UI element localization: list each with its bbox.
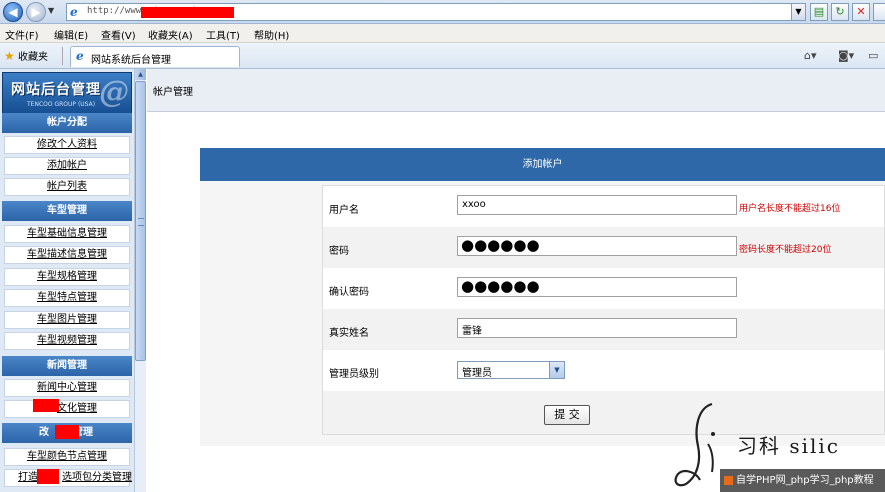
confirm-password-input[interactable]: ●●●●●● <box>457 277 737 297</box>
form-row-admin-level: 管理员级别 管理员 ▼ <box>323 350 884 391</box>
ie-page-icon: e <box>70 5 78 19</box>
redaction-block <box>33 399 59 412</box>
sidebar-item-account-list[interactable]: 帐户列表 <box>4 178 130 196</box>
scroll-thumb[interactable] <box>135 81 146 361</box>
form-row-spacer <box>323 391 884 434</box>
scroll-up-icon[interactable]: ▲ <box>135 69 146 80</box>
sidebar-scrollbar[interactable]: ▲ <box>134 69 146 492</box>
tab-title: 网站系统后台管理 <box>91 55 171 66</box>
stop-icon[interactable]: ✕ <box>852 3 870 21</box>
form-row-confirm-password: 确认密码 ●●●●●● <box>323 268 884 309</box>
redaction-block <box>37 469 59 484</box>
sidebar-item-model-desc[interactable]: 车型描述信息管理 <box>4 246 130 264</box>
forward-arrow-icon[interactable]: ▶ <box>26 2 46 22</box>
group-header-prefix: 改 <box>39 427 49 438</box>
watermark-logo-icon <box>724 476 733 485</box>
sidebar-item-add-account[interactable]: 添加帐户 <box>4 157 130 175</box>
breadcrumb-bar: 帐户管理 <box>147 69 885 112</box>
home-icon[interactable]: ⌂▾ <box>804 49 817 62</box>
print-icon[interactable]: ▭ <box>868 49 878 62</box>
form-row-password: 密码 ●●●●●● 密码长度不能超过20位 <box>323 227 884 268</box>
form-row-username: 用户名 xxoo 用户名长度不能超过16位 <box>323 186 884 227</box>
browser-tab[interactable]: e 网站系统后台管理 <box>70 46 240 67</box>
username-hint: 用户名长度不能超过16位 <box>739 204 841 214</box>
menu-tools[interactable]: 工具(T) <box>206 27 240 42</box>
feeds-icon[interactable]: ◙▾ <box>838 49 854 62</box>
sidebar-item-model-spec[interactable]: 车型规格管理 <box>4 268 130 286</box>
admin-level-value: 管理员 <box>462 368 492 379</box>
logo-at-icon: @ <box>99 75 129 110</box>
admin-level-label: 管理员级别 <box>329 369 379 380</box>
refresh-icon[interactable]: ↻ <box>831 3 849 21</box>
search-box-edge[interactable] <box>873 3 885 21</box>
menu-edit[interactable]: 编辑(E) <box>54 27 88 42</box>
logo-subtitle: TENCOO GROUP (USA) <box>27 101 96 108</box>
menu-favorites[interactable]: 收藏夹(A) <box>148 27 193 42</box>
password-label: 密码 <box>329 246 349 257</box>
username-label: 用户名 <box>329 205 359 216</box>
sidebar-item-suffix: 选项包分类管理 <box>62 472 132 483</box>
real-name-label: 真实姓名 <box>329 328 369 339</box>
watermark-text: 习科 silic <box>737 434 841 458</box>
group-header-models[interactable]: 车型管理 <box>2 201 132 221</box>
sidebar-item-color-nodes[interactable]: 车型颜色节点管理 <box>4 448 130 466</box>
password-input[interactable]: ●●●●●● <box>457 236 737 256</box>
password-hint: 密码长度不能超过20位 <box>739 245 832 255</box>
address-toolbar: ◀ ▶ ▼ e http://www. /manage/ ▼ ▤ ↻ ✕ <box>0 0 885 24</box>
confirm-password-label: 确认密码 <box>329 287 369 298</box>
ie-page-icon: e <box>76 49 84 63</box>
sidebar-item-culture[interactable]: 文化管理 <box>4 400 130 418</box>
username-input[interactable]: xxoo <box>457 195 737 215</box>
real-name-input[interactable]: 雷锋 <box>457 318 737 338</box>
sidebar-item-model-features[interactable]: 车型特点管理 <box>4 289 130 307</box>
submit-button[interactable]: 提 交 <box>544 405 590 425</box>
add-account-form: 用户名 xxoo 用户名长度不能超过16位 密码 ●●●●●● 密码长度不能超过… <box>322 185 885 435</box>
url-redaction <box>141 7 234 18</box>
watermark-url-text: 自学PHP网_php学习_php教程 <box>736 475 874 486</box>
redaction-block <box>55 425 79 439</box>
favorites-button[interactable]: ★ 收藏夹 <box>4 48 48 63</box>
breadcrumb: 帐户管理 <box>153 87 193 98</box>
group-header-accounts[interactable]: 帐户分配 <box>2 113 132 133</box>
url-dropdown-icon[interactable]: ▼ <box>791 4 805 20</box>
menu-file[interactable]: 文件(F) <box>5 27 39 42</box>
panel-body: 用户名 xxoo 用户名长度不能超过16位 密码 ●●●●●● 密码长度不能超过… <box>200 181 885 446</box>
favorites-tab-bar: ★ 收藏夹 e 网站系统后台管理 ⌂▾ ◙▾ ▭ <box>0 43 885 69</box>
panel-title: 添加帐户 <box>200 148 885 181</box>
main-area: 帐户管理 添加帐户 用户名 xxoo 用户名长度不能超过16位 密码 ●●●●●… <box>147 69 885 492</box>
sidebar-item-model-videos[interactable]: 车型视频管理 <box>4 332 130 350</box>
compatibility-view-icon[interactable]: ▤ <box>810 3 828 21</box>
sidebar: 网站后台管理 TENCOO GROUP (USA) @ 帐户分配 修改个人资料 … <box>0 69 146 492</box>
menu-bar: 文件(F) 编辑(E) 查看(V) 收藏夹(A) 工具(T) 帮助(H) <box>0 24 885 43</box>
form-row-real-name: 真实姓名 雷锋 <box>323 309 884 350</box>
logo-title: 网站后台管理 <box>11 82 101 98</box>
address-input[interactable]: e http://www. /manage/ ▼ <box>66 3 806 21</box>
sidebar-item-prefix: 打造 <box>18 472 38 483</box>
admin-level-select[interactable]: 管理员 ▼ <box>457 361 565 379</box>
history-dropdown-icon[interactable]: ▼ <box>48 6 54 15</box>
sidebar-item-package-category[interactable]: 打造 选项包分类管理 <box>4 469 132 487</box>
favorites-label: 收藏夹 <box>17 52 48 63</box>
sidebar-item-model-basic[interactable]: 车型基础信息管理 <box>4 225 130 243</box>
sidebar-item-news-center[interactable]: 新闻中心管理 <box>4 379 130 397</box>
group-header-news[interactable]: 新闻管理 <box>2 356 132 376</box>
menu-help[interactable]: 帮助(H) <box>254 27 289 42</box>
back-arrow-icon[interactable]: ◀ <box>3 2 23 22</box>
logo: 网站后台管理 TENCOO GROUP (USA) @ <box>2 72 132 114</box>
tab-separator <box>62 47 63 65</box>
sidebar-item-edit-profile[interactable]: 修改个人资料 <box>4 136 130 154</box>
sidebar-item-model-images[interactable]: 车型图片管理 <box>4 311 130 329</box>
chevron-down-icon[interactable]: ▼ <box>549 362 564 378</box>
menu-view[interactable]: 查看(V) <box>101 27 136 42</box>
watermark-url: 自学PHP网_php学习_php教程 <box>720 469 885 492</box>
scroll-grip-icon <box>138 218 144 226</box>
star-icon: ★ <box>4 49 15 63</box>
